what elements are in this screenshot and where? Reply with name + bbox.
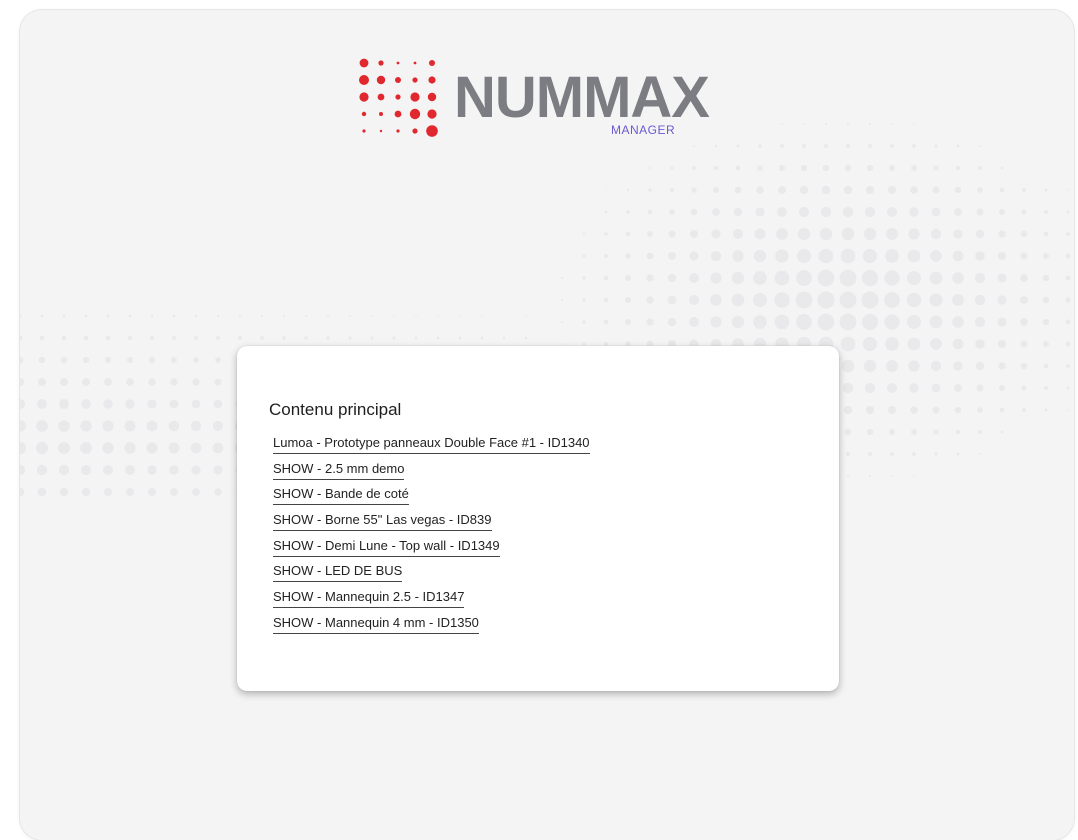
- card-title: Contenu principal: [269, 400, 402, 419]
- content-list: Lumoa - Prototype panneaux Double Face #…: [273, 434, 590, 640]
- content-link[interactable]: SHOW - Demi Lune - Top wall - ID1349: [273, 538, 500, 557]
- content-link[interactable]: SHOW - LED DE BUS: [273, 563, 403, 583]
- list-item: SHOW - Mannequin 4 mm - ID1350: [273, 614, 590, 640]
- list-item: SHOW - Bande de coté: [273, 485, 590, 511]
- brand-name: NUMMAX: [454, 65, 710, 130]
- list-item: SHOW - Mannequin 2.5 - ID1347: [273, 588, 590, 614]
- content-link[interactable]: SHOW - 2.5 mm demo: [273, 461, 405, 480]
- main-content-card: Contenu principal Lumoa - Prototype pann…: [237, 346, 839, 691]
- list-item: SHOW - 2.5 mm demo: [273, 460, 590, 486]
- brand-subtitle: MANAGER: [611, 123, 676, 137]
- list-item: SHOW - Demi Lune - Top wall - ID1349: [273, 537, 590, 563]
- list-item: SHOW - Borne 55" Las vegas - ID839: [273, 511, 590, 537]
- content-link[interactable]: Lumoa - Prototype panneaux Double Face #…: [273, 435, 590, 454]
- content-link[interactable]: SHOW - Borne 55" Las vegas - ID839: [273, 512, 492, 532]
- content-link[interactable]: SHOW - Mannequin 4 mm - ID1350: [273, 615, 479, 634]
- list-item: Lumoa - Prototype panneaux Double Face #…: [273, 434, 590, 460]
- brand-logo: NUMMAX MANAGER: [356, 55, 710, 145]
- dot-matrix-logo-icon: [359, 58, 438, 137]
- app-window: NUMMAX MANAGER Contenu principal Lumoa -…: [20, 10, 1074, 840]
- content-link[interactable]: SHOW - Mannequin 2.5 - ID1347: [273, 589, 465, 609]
- content-link[interactable]: SHOW - Bande de coté: [273, 486, 409, 506]
- list-item: SHOW - LED DE BUS: [273, 562, 590, 588]
